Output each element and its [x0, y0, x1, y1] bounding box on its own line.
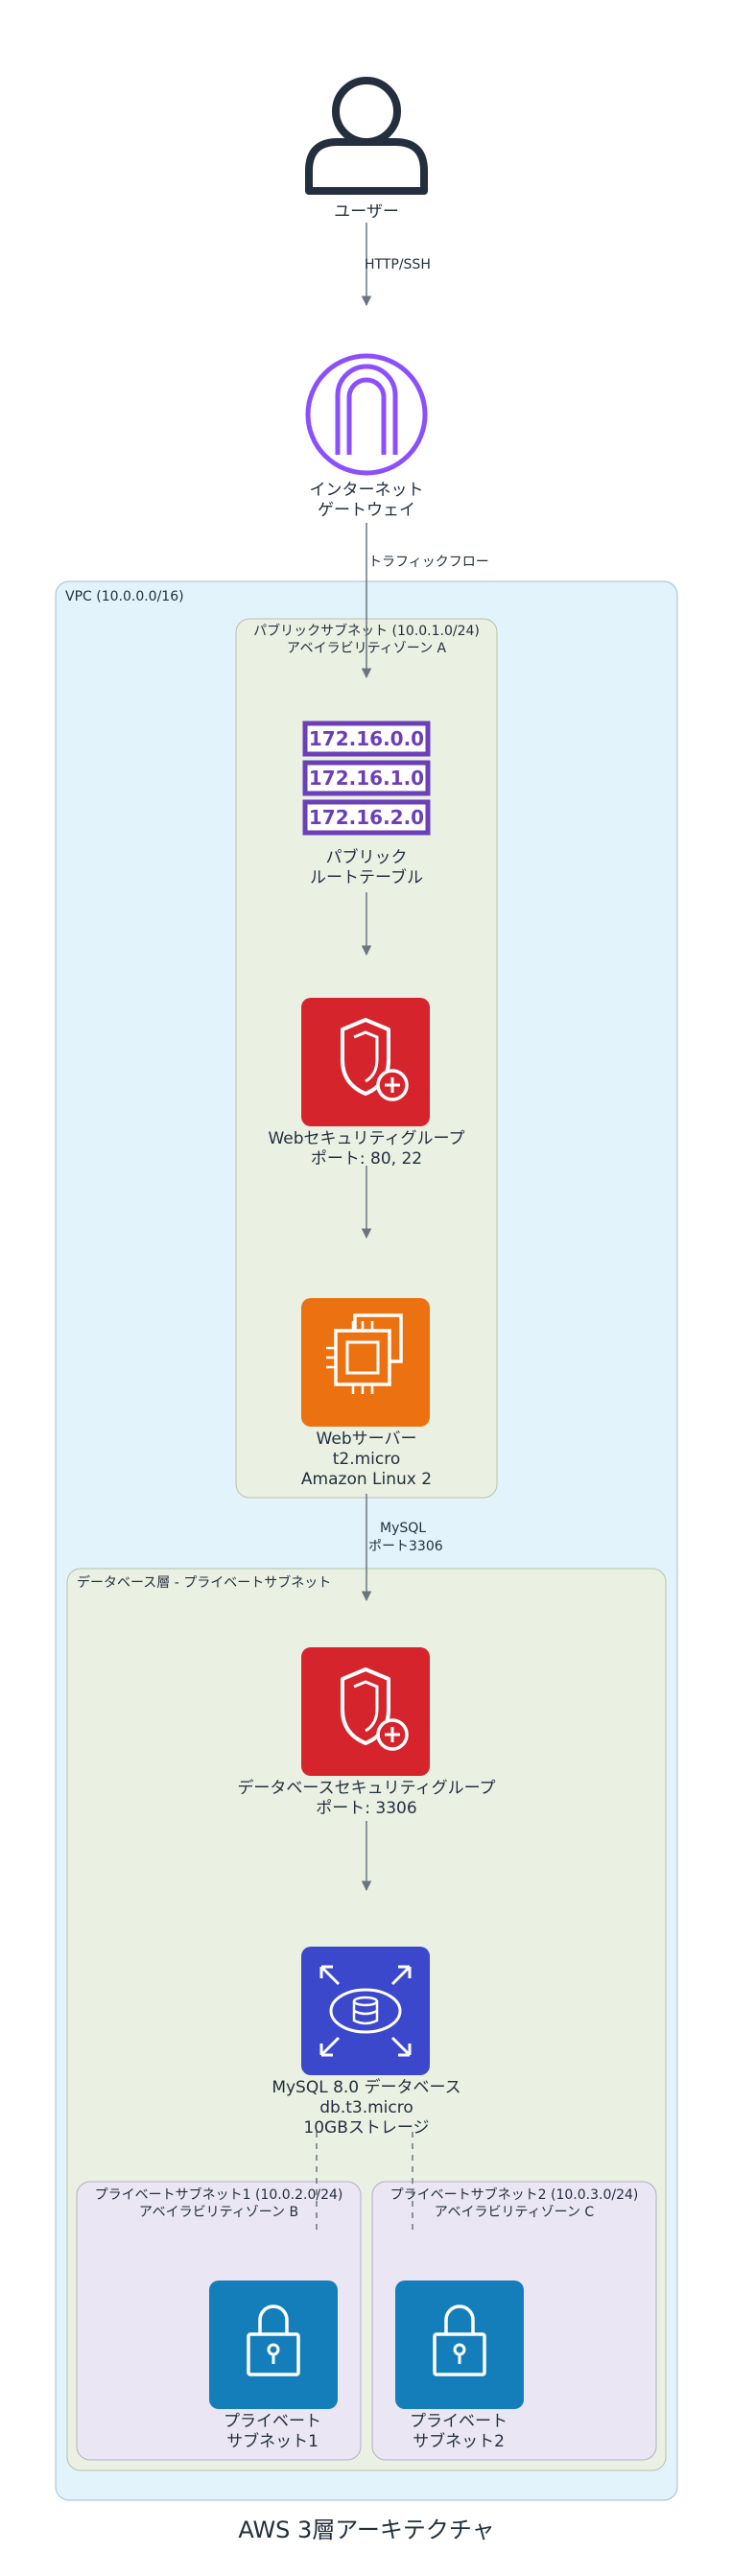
web-server-label-line3: Amazon Linux 2 [301, 1470, 432, 1489]
igw-node: インターネット ゲートウェイ [305, 353, 428, 520]
lock-icon [395, 2281, 524, 2409]
diagram-title: AWS 3層アーキテクチャ [238, 2517, 494, 2543]
private-subnet-1-label: プライベートサブネット1 (10.0.2.0/24) [95, 2186, 343, 2203]
private-subnet-2-az-label: アベイラビリティゾーン C [435, 2205, 595, 2220]
rds-label-line2: db.t3.micro [319, 2098, 413, 2117]
route-table-label-line1: パブリック [326, 847, 408, 867]
private-subnet-2-node: プライベート サブネット2 [395, 2281, 524, 2451]
user-icon [305, 77, 428, 195]
route-entry-2: 172.16.1.0 [309, 767, 424, 790]
rds-label-line1: MySQL 8.0 データベース [272, 2077, 460, 2097]
private-2-label-line2: サブネット2 [413, 2431, 505, 2451]
db-tier-label: データベース層 - プライベートサブネット [77, 1574, 331, 1591]
web-sg-label-line1: Webセキュリティグループ [268, 1129, 464, 1148]
web-sg-label-line2: ポート: 80, 22 [311, 1149, 422, 1169]
edge-label-traffic-flow: トラフィックフロー [368, 555, 489, 570]
edge-label-mysql: MySQL [380, 1521, 426, 1536]
route-table-label-line2: ルートテーブル [310, 867, 423, 887]
private-subnet-1-node: プライベート サブネット1 [209, 2281, 338, 2451]
route-entry-3: 172.16.2.0 [309, 806, 424, 829]
db-sg-label-line1: データベースセキュリティグループ [237, 1778, 495, 1798]
user-node: ユーザー [305, 77, 428, 222]
route-table-icon: 172.16.0.0 172.16.1.0 172.16.2.0 [302, 721, 431, 836]
igw-label-line2: ゲートウェイ [318, 501, 415, 520]
lock-icon [209, 2281, 338, 2409]
web-server-label-line2: t2.micro [333, 1450, 401, 1469]
edge-label-http-ssh: HTTP/SSH [365, 257, 431, 272]
internet-gateway-icon [305, 353, 428, 476]
edge-label-port-3306: ポート3306 [368, 1539, 443, 1554]
db-sg-label-line2: ポート: 3306 [316, 1799, 416, 1818]
rds-label-line3: 10GBストレージ [303, 2118, 429, 2138]
architecture-diagram: VPC (10.0.0.0/16) パブリックサブネット (10.0.1.0/2… [55, 77, 678, 2543]
shield-icon [301, 998, 430, 1126]
rds-database-icon [301, 1947, 430, 2075]
web-server-label-line1: Webサーバー [317, 1430, 417, 1449]
shield-icon [301, 1647, 430, 1776]
ec2-chip-icon [301, 1298, 430, 1427]
private-subnet-2-label: プライベートサブネット2 (10.0.3.0/24) [390, 2186, 639, 2203]
route-entry-1: 172.16.0.0 [309, 727, 424, 750]
private-1-label-line1: プライベート [224, 2412, 321, 2431]
private-subnet-1-az-label: アベイラビリティゾーン B [139, 2205, 298, 2220]
vpc-label: VPC (10.0.0.0/16) [65, 589, 184, 604]
private-2-label-line1: プライベート [410, 2412, 508, 2431]
private-1-label-line2: サブネット1 [226, 2431, 319, 2451]
igw-label-line1: インターネット [310, 481, 424, 500]
user-label: ユーザー [334, 202, 399, 222]
